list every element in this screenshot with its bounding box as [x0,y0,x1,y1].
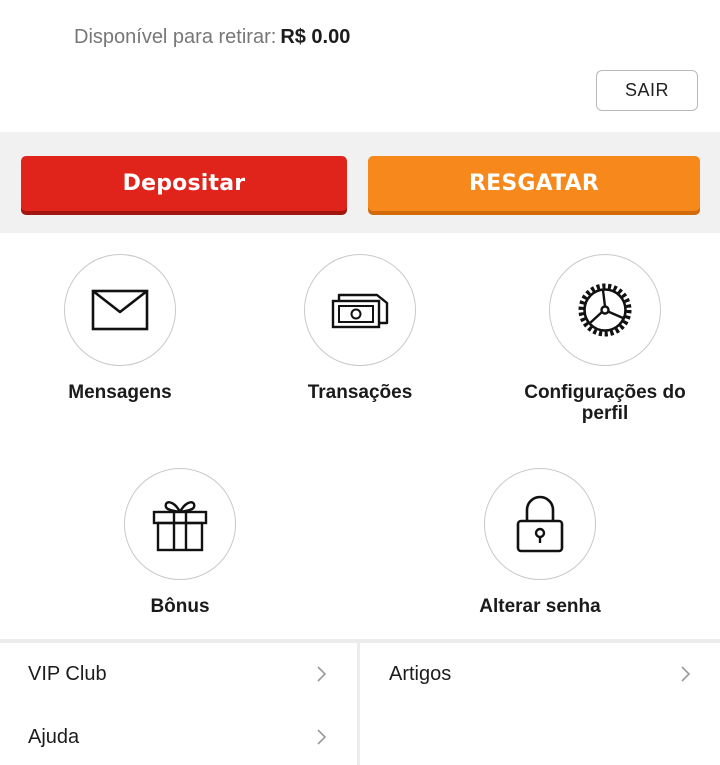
gift-icon [152,501,208,552]
account-menu-grid: Mensagens Transações Configurações do pe… [0,233,720,639]
menu-tile-bonus[interactable]: Bônus [100,468,260,617]
account-header: Disponível para retirar: R$ 0.00 SAIR [0,0,720,132]
logout-button[interactable]: SAIR [596,70,698,111]
articles-label: Artigos [389,662,452,685]
menu-tile-messages[interactable]: Mensagens [40,254,200,403]
bonus-icon-circle[interactable] [124,468,236,580]
available-balance-value: R$ 0.00 [280,26,351,48]
menu-tile-change-password[interactable]: Alterar senha [450,468,630,617]
available-balance-label: Disponível para retirar: [74,26,277,48]
profile-settings-icon-circle[interactable] [549,254,661,366]
profile-settings-label: Configurações do perfil [524,382,686,424]
bonus-label: Bônus [150,596,210,617]
banknote-icon [331,293,389,329]
menu-tile-transactions[interactable]: Transações [280,254,440,403]
links-list: VIP Club Ajuda Artigos [0,643,720,765]
wallet-actions: Depositar RESGATAR [0,132,720,233]
chevron-right-icon [681,666,691,682]
list-item-vip-club[interactable]: VIP Club [0,644,357,704]
deposit-button[interactable]: Depositar [21,156,347,211]
gear-icon [578,283,632,337]
chevron-right-icon [317,729,327,745]
transactions-icon-circle[interactable] [304,254,416,366]
messages-icon-circle[interactable] [64,254,176,366]
envelope-icon [91,289,149,331]
change-password-label: Alterar senha [479,596,601,617]
chevron-right-icon [317,666,327,682]
change-password-icon-circle[interactable] [484,468,596,580]
available-balance: Disponível para retirar: R$ 0.00 [74,26,350,49]
list-item-help[interactable]: Ajuda [0,707,357,765]
list-item-articles[interactable]: Artigos [360,644,720,704]
menu-tile-profile-settings[interactable]: Configurações do perfil [505,254,705,424]
help-label: Ajuda [28,725,80,748]
lock-icon [516,495,564,553]
messages-label: Mensagens [68,382,172,403]
vip-club-label: VIP Club [28,662,107,685]
withdraw-button[interactable]: RESGATAR [368,156,700,211]
transactions-label: Transações [307,382,413,403]
